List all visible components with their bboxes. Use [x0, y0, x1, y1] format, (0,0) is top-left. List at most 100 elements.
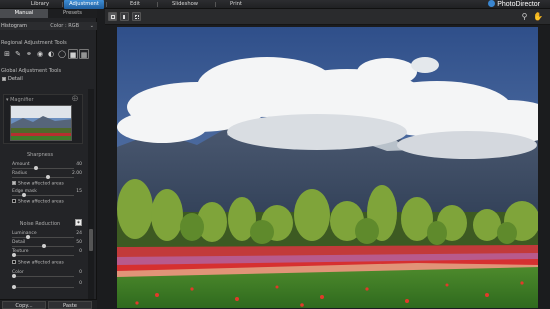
slider-track[interactable]	[12, 175, 74, 179]
single-view-button[interactable]	[108, 12, 117, 21]
panel-scrollbar[interactable]	[88, 89, 94, 299]
tab-print[interactable]: Print	[222, 0, 250, 9]
spot-removal-button[interactable]: ⚭	[24, 49, 34, 59]
slider-track[interactable]	[12, 274, 74, 278]
slider-value[interactable]: 15	[76, 189, 82, 194]
color-slider[interactable]: Color 0	[8, 270, 82, 278]
slider-value[interactable]: 50	[76, 240, 82, 245]
slider-value[interactable]: 40	[76, 162, 82, 167]
detail-label: Detail	[8, 76, 23, 82]
checkbox-icon[interactable]	[2, 76, 6, 81]
radial-filter-button[interactable]: ◯	[57, 49, 67, 59]
eye-icon: ◉	[36, 50, 44, 58]
checkbox-label: Show affected areas	[18, 260, 64, 266]
pan-button[interactable]: ✋	[533, 12, 543, 21]
copy-paste-bar: Copy... Paste	[0, 299, 97, 309]
red-eye-button[interactable]: ◉	[35, 49, 45, 59]
radius-slider[interactable]: Radius 2.00	[8, 171, 82, 179]
slider-track[interactable]	[12, 285, 74, 289]
crop-tool-button[interactable]: ⊞	[2, 49, 12, 59]
amount-slider[interactable]: Amount 40	[8, 162, 82, 170]
slider-value[interactable]: 0	[79, 249, 82, 254]
single-view-icon	[111, 15, 115, 19]
slider-track[interactable]	[12, 193, 74, 197]
landscape-photo	[117, 27, 538, 308]
regional-tools-label: Regional Adjustment Tools	[1, 40, 67, 46]
slider-track[interactable]	[12, 244, 74, 248]
slider-handle[interactable]	[26, 235, 30, 239]
grid-tool-button[interactable]: ▦	[79, 49, 89, 59]
slider-handle[interactable]	[46, 175, 50, 179]
histogram-header[interactable]: Histogram Color : RGB ⌄	[0, 22, 97, 30]
slider-value[interactable]: 0	[79, 270, 82, 275]
slider-value[interactable]: 2.00	[72, 171, 82, 176]
histogram-label: Histogram	[1, 23, 27, 29]
grid-icon: ▦	[80, 51, 88, 59]
slider-track[interactable]	[12, 235, 74, 239]
tab-library[interactable]: Library	[20, 0, 60, 9]
extra-slider[interactable]: 0	[8, 281, 82, 289]
slider-handle[interactable]	[12, 274, 16, 278]
graduated-filter-button[interactable]: ◐	[46, 49, 56, 59]
tab-presets[interactable]: Presets	[48, 9, 97, 18]
checkbox-icon[interactable]	[12, 199, 16, 203]
magnifier-label: Magnifier	[10, 97, 34, 103]
magnifier-thumbnail[interactable]	[10, 105, 72, 141]
sharpness-title: Sharpness	[26, 152, 54, 158]
magnifier-image	[11, 106, 71, 140]
regional-tools-row: ⊞ ✎ ⚭ ◉ ◐ ◯ ■ ▦	[2, 49, 95, 59]
eyedropper-button[interactable]: ✶	[75, 219, 82, 226]
compare-view-button[interactable]	[120, 12, 129, 21]
crop-icon: ⊞	[4, 50, 10, 58]
histogram-color-select[interactable]: Color : RGB	[50, 22, 79, 30]
hand-icon: ✋	[533, 12, 543, 21]
global-tools-label: Global Adjustment Tools	[1, 68, 62, 74]
photo-canvas[interactable]	[117, 27, 538, 308]
tab-adjustment[interactable]: Adjustment	[64, 0, 104, 9]
checkbox-icon[interactable]	[12, 181, 16, 185]
tab-manual[interactable]: Manual	[0, 9, 48, 18]
show-affected-edge-checkbox[interactable]: Show affected areas	[12, 199, 64, 205]
slider-track[interactable]	[12, 166, 74, 170]
slider-handle[interactable]	[12, 253, 16, 257]
scrollbar-thumb[interactable]	[89, 229, 93, 251]
show-affected-noise-checkbox[interactable]: Show affected areas	[12, 260, 64, 266]
collapse-icon[interactable]: ⌄	[90, 22, 94, 30]
paste-button[interactable]: Paste	[48, 301, 92, 309]
magnifier-panel: ▾ Magnifier ⨁	[3, 94, 83, 144]
straighten-button[interactable]: ■	[68, 49, 78, 59]
luminance-slider[interactable]: Luminance 24	[8, 231, 82, 239]
tab-slideshow[interactable]: Slideshow	[165, 0, 205, 9]
slider-handle[interactable]	[22, 193, 26, 197]
view-toolbar: ⚲ ✋	[105, 9, 550, 25]
slider-handle[interactable]	[34, 166, 38, 170]
noise-reduction-title: Noise Reduction	[19, 221, 61, 227]
tab-edit[interactable]: Edit	[120, 0, 150, 9]
detail-slider[interactable]: Detail 50	[8, 240, 82, 248]
slider-handle[interactable]	[42, 244, 46, 248]
slider-value[interactable]: 0	[79, 281, 82, 286]
detail-checkbox[interactable]: Detail	[2, 76, 23, 82]
radial-icon: ◯	[58, 50, 66, 58]
spot-icon: ⚭	[26, 50, 32, 58]
slider-track[interactable]	[12, 253, 74, 257]
texture-slider[interactable]: Texture 0	[8, 249, 82, 257]
tab-separator	[215, 2, 216, 7]
slider-label: Amount	[12, 162, 30, 167]
tab-separator	[62, 2, 63, 7]
adjustment-brush-button[interactable]: ✎	[13, 49, 23, 59]
checkbox-label: Show affected areas	[18, 181, 64, 187]
edge-mask-slider[interactable]: Edge mask 15	[8, 189, 82, 197]
slider-handle[interactable]	[12, 285, 16, 289]
magnifier-header[interactable]: ▾ Magnifier	[6, 97, 34, 103]
copy-button[interactable]: Copy...	[2, 301, 46, 309]
show-affected-sharpness-checkbox[interactable]: Show affected areas	[12, 181, 64, 187]
zoom-button[interactable]: ⚲	[520, 12, 529, 21]
slider-value[interactable]: 24	[76, 231, 82, 236]
checkbox-icon[interactable]	[12, 260, 16, 264]
slider-label: Luminance	[12, 231, 37, 236]
grid-view-button[interactable]	[132, 12, 141, 21]
app-brand-name: PhotoDirector	[497, 1, 540, 8]
target-icon[interactable]: ⨁	[72, 96, 78, 102]
checkbox-label: Show affected areas	[18, 199, 64, 205]
